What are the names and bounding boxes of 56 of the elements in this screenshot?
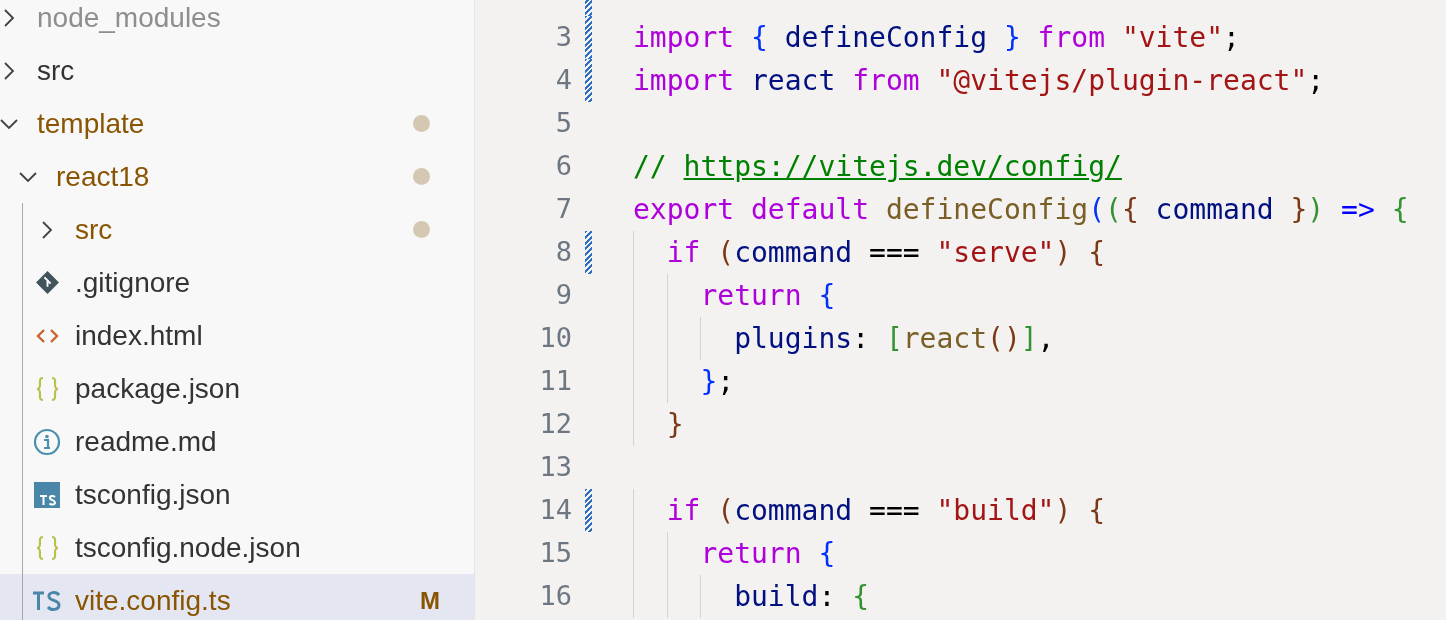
file-name: index.html (75, 321, 203, 350)
file-name: tsconfig.node.json (75, 533, 301, 562)
info-icon (33, 427, 61, 456)
line-number: 13 (539, 450, 572, 485)
code-line: import react from "@vitejs/plugin-react"; (633, 66, 1325, 95)
code-line: import { defineConfig } from "vite"; (633, 23, 1240, 52)
line-number: 9 (555, 278, 572, 313)
folder-name: react18 (56, 162, 150, 191)
line-number: 8 (555, 235, 572, 270)
code-line: plugins: [react()], (733, 324, 1055, 353)
folder-name: template (37, 109, 145, 138)
folder-row[interactable]: react18 (0, 150, 474, 203)
ts-square-icon (34, 481, 60, 508)
line-number: 5 (555, 106, 572, 141)
curly-braces-icon (34, 534, 60, 561)
curly-braces-icon (34, 375, 60, 402)
line-number: 16 (539, 579, 572, 614)
code-line: if (command === "build") { (665, 496, 1106, 525)
folder-row[interactable]: src (0, 203, 474, 256)
code-line: return { (699, 281, 836, 310)
file-row[interactable]: tsconfig.json (0, 468, 474, 521)
file-row[interactable]: .gitignore (0, 256, 474, 309)
ts-letters-icon (32, 589, 62, 612)
line-number: 4 (555, 63, 572, 98)
line-number: 15 (539, 536, 572, 571)
line-number: 10 (539, 321, 572, 356)
code-line: }; (699, 367, 735, 396)
folder-name: src (75, 215, 113, 244)
file-name: package.json (75, 374, 240, 403)
file-name: readme.md (75, 427, 217, 456)
line-number: 7 (555, 192, 572, 227)
file-row[interactable]: index.html (0, 309, 474, 362)
line-number: 14 (539, 493, 572, 528)
file-row[interactable]: readme.md (0, 415, 474, 468)
folder-row[interactable]: src (0, 44, 474, 97)
file-name: vite.config.ts (75, 586, 231, 615)
file-name: tsconfig.json (75, 480, 231, 509)
line-number: 12 (539, 407, 572, 442)
line-number: 11 (539, 364, 572, 399)
file-row[interactable]: tsconfig.node.json (0, 521, 474, 574)
git-status-letter: M (420, 585, 440, 616)
git-diamond-icon (34, 270, 60, 295)
line-number: 6 (555, 149, 572, 184)
code-line: if (command === "serve") { (665, 238, 1106, 267)
file-name: .gitignore (75, 268, 191, 297)
folder-name: src (37, 56, 75, 85)
file-row[interactable]: package.json (0, 362, 474, 415)
code-line: build: { (733, 582, 869, 611)
code-line: return { (699, 539, 836, 568)
code-line: } (665, 410, 684, 439)
file-row[interactable]: vite.config.ts M (0, 574, 474, 620)
code-line: // https://vitejs.dev/config/ (633, 152, 1122, 181)
code-line: export default defineConfig(({ command }) => { (633, 195, 1409, 224)
folder-name: node_modules (37, 3, 221, 32)
folder-row[interactable]: template (0, 97, 474, 150)
line-number: 3 (555, 20, 572, 55)
